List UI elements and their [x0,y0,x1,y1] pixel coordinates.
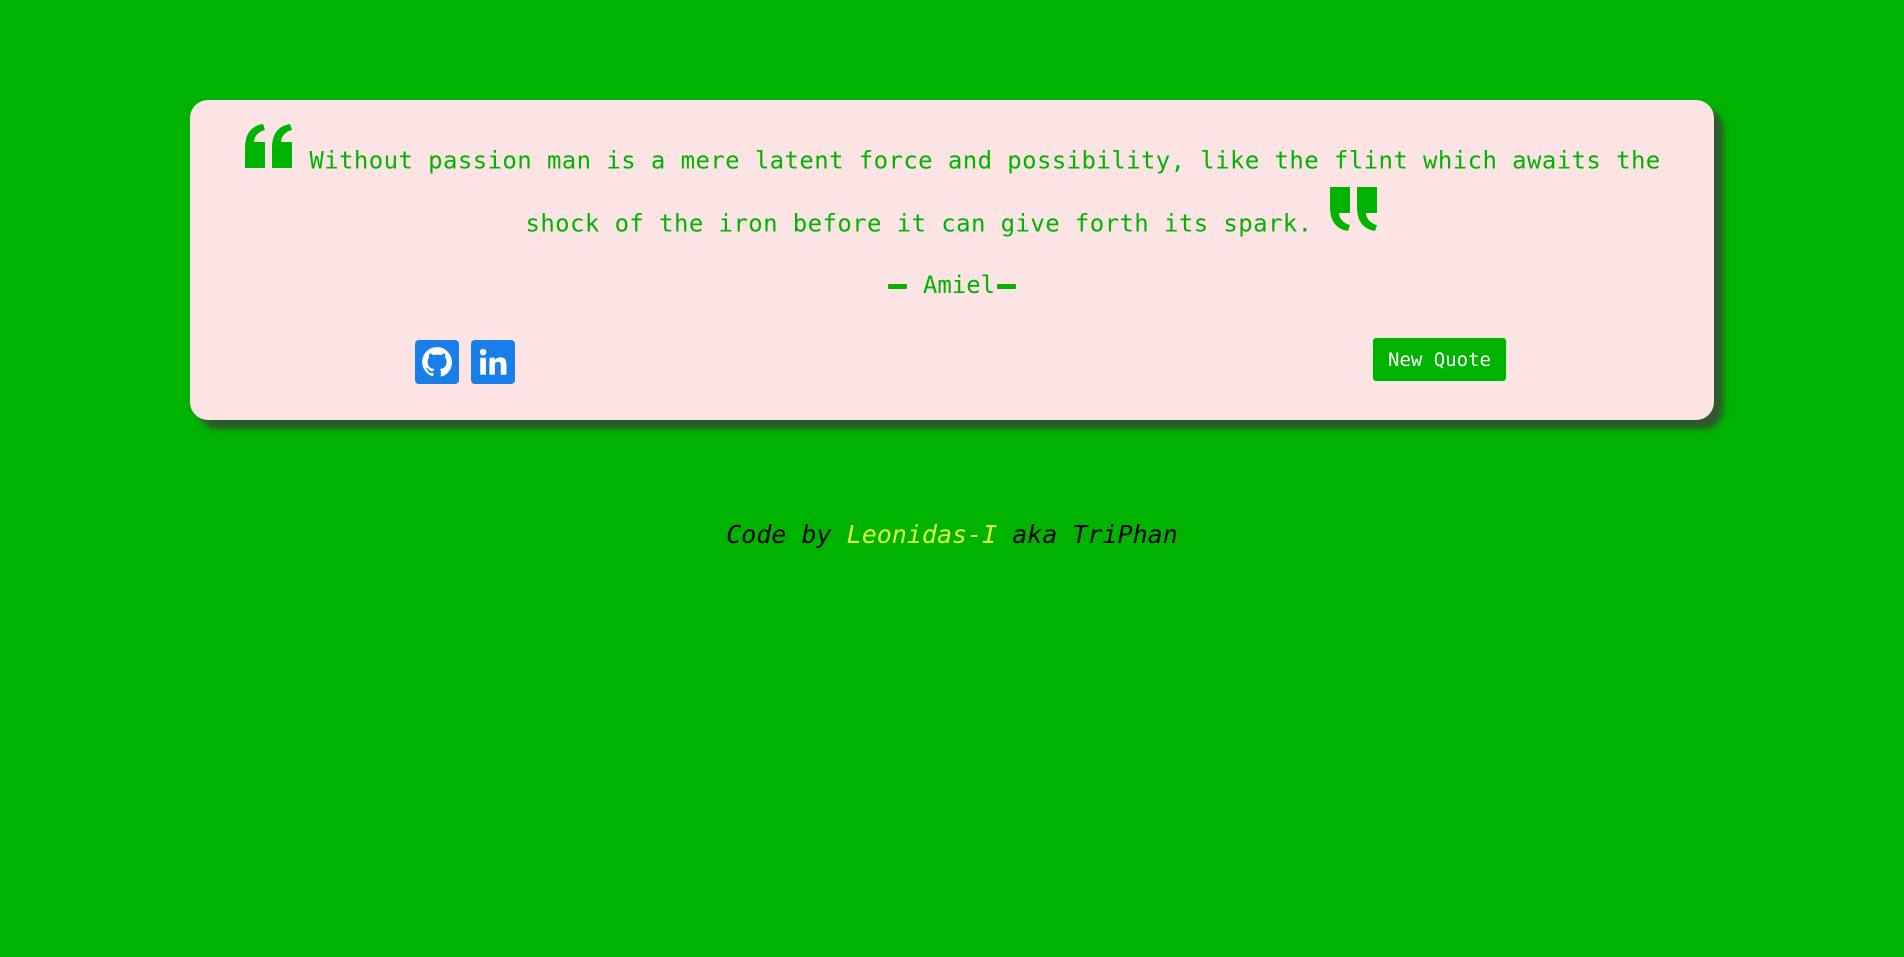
quote-text: Without passion man is a mere latent for… [309,146,1661,238]
quote-left-icon [243,124,295,187]
dash-decoration [997,283,1017,289]
footer-credit: Code by Leonidas-I aka TriPhan [0,520,1904,549]
credit-prefix: Code by [726,520,847,549]
quote-author: Amiel [190,268,1714,302]
quote-text-block: Without passion man is a mere latent for… [215,124,1689,256]
linkedin-icon[interactable] [471,340,515,384]
quote-box: Without passion man is a mere latent for… [190,100,1714,420]
new-quote-button[interactable]: New Quote [1372,337,1507,382]
github-icon[interactable] [415,340,459,384]
author-link[interactable]: Leonidas-I [847,520,998,549]
quote-right-icon [1327,187,1379,250]
dash-decoration [887,283,907,289]
credit-suffix: aka TriPhan [997,520,1178,549]
author-name: Amiel [922,271,996,299]
